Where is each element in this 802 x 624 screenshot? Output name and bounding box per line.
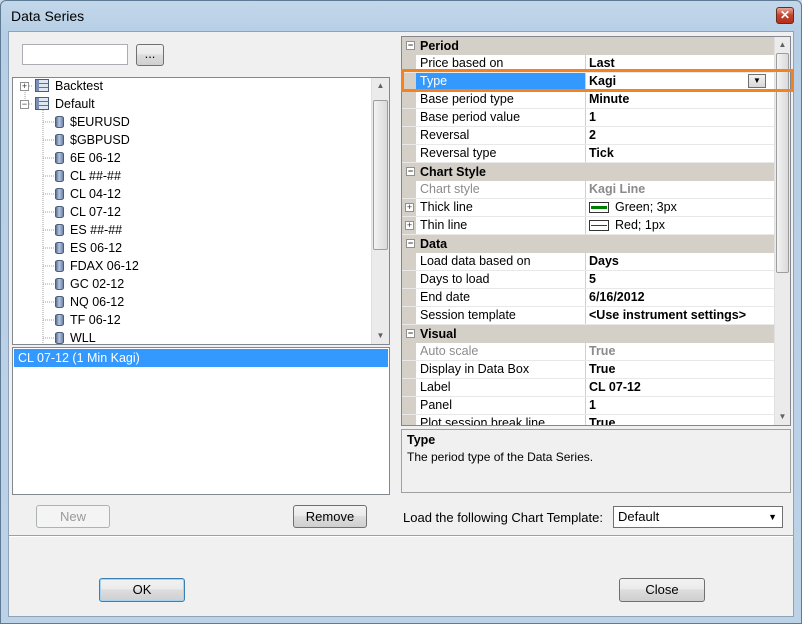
prop-row[interactable]: Base period type Minute bbox=[402, 91, 774, 109]
tree-item-instrument[interactable]: CL 07-12 bbox=[55, 203, 121, 221]
divider-highlight bbox=[9, 536, 793, 537]
browse-button[interactable]: ... bbox=[136, 44, 164, 66]
red-line-swatch-icon bbox=[589, 220, 609, 231]
property-description-panel: Type The period type of the Data Series. bbox=[401, 429, 791, 493]
dialog-client-area: ... + Backtest − Default $EURUSD $GBPUSD… bbox=[8, 31, 794, 617]
database-icon bbox=[55, 314, 64, 326]
tree-item-instrument[interactable]: TF 06-12 bbox=[55, 311, 121, 329]
prop-row[interactable]: Panel 1 bbox=[402, 397, 774, 415]
tree-item-instrument[interactable]: CL 04-12 bbox=[55, 185, 121, 203]
category-data[interactable]: − Data bbox=[402, 235, 774, 253]
prop-row[interactable]: Base period value 1 bbox=[402, 109, 774, 127]
tree-folder-default[interactable]: Default bbox=[35, 95, 95, 113]
database-icon bbox=[55, 278, 64, 290]
tree-item-instrument[interactable]: 6E 06-12 bbox=[55, 149, 121, 167]
tree-item-instrument[interactable]: $GBPUSD bbox=[55, 131, 130, 149]
scroll-up-arrow-icon[interactable]: ▲ bbox=[775, 37, 790, 53]
prop-row[interactable]: End date 6/16/2012 bbox=[402, 289, 774, 307]
collapse-category-icon[interactable]: − bbox=[406, 167, 415, 176]
tree-item-instrument[interactable]: ES ##-## bbox=[55, 221, 122, 239]
tree-item-instrument[interactable]: GC 02-12 bbox=[55, 275, 124, 293]
prop-row[interactable]: Load data based on Days bbox=[402, 253, 774, 271]
prop-row-thin-line[interactable]: Thin line + Red; 1px bbox=[402, 217, 774, 235]
green-line-swatch-icon bbox=[589, 202, 609, 213]
property-grid-scrollbar[interactable]: ▲ ▼ bbox=[774, 37, 790, 425]
database-icon bbox=[55, 332, 64, 344]
database-icon bbox=[55, 224, 64, 236]
close-button[interactable]: Close bbox=[619, 578, 705, 602]
remove-button[interactable]: Remove bbox=[293, 505, 367, 528]
prop-row[interactable]: Session template <Use instrument settings… bbox=[402, 307, 774, 325]
collapse-category-icon[interactable]: − bbox=[406, 239, 415, 248]
database-icon bbox=[55, 188, 64, 200]
collapse-default-toggle[interactable]: − bbox=[20, 100, 29, 109]
tree-scroll-thumb[interactable] bbox=[373, 100, 388, 250]
prop-row[interactable]: Reversal 2 bbox=[402, 127, 774, 145]
window-title: Data Series bbox=[11, 8, 85, 24]
data-series-dialog: Data Series ✕ ... + Backtest − Default $… bbox=[0, 0, 802, 624]
tree-item-instrument[interactable]: NQ 06-12 bbox=[55, 293, 124, 311]
expand-subproperty-icon[interactable]: + bbox=[405, 221, 414, 230]
expand-backtest-toggle[interactable]: + bbox=[20, 82, 29, 91]
expand-subproperty-icon[interactable]: + bbox=[405, 203, 414, 212]
chevron-down-icon: ▼ bbox=[768, 512, 777, 522]
tree-item-instrument[interactable]: WLL bbox=[55, 329, 96, 344]
instrument-search-input[interactable] bbox=[22, 44, 128, 65]
prop-row[interactable]: Plot session break line True bbox=[402, 415, 774, 425]
tree-item-instrument[interactable]: ES 06-12 bbox=[55, 239, 122, 257]
scroll-down-arrow-icon[interactable]: ▼ bbox=[372, 328, 389, 344]
scroll-up-arrow-icon[interactable]: ▲ bbox=[372, 78, 389, 94]
tree-scrollbar[interactable]: ▲ ▼ bbox=[371, 78, 389, 344]
database-icon bbox=[55, 242, 64, 254]
category-visual[interactable]: − Visual bbox=[402, 325, 774, 343]
database-icon bbox=[55, 152, 64, 164]
collapse-category-icon[interactable]: − bbox=[406, 41, 415, 50]
prop-row[interactable]: Days to load 5 bbox=[402, 271, 774, 289]
prop-row-thick-line[interactable]: Thick line + Green; 3px bbox=[402, 199, 774, 217]
database-icon bbox=[55, 170, 64, 182]
prop-row-readonly: Auto scale True bbox=[402, 343, 774, 361]
tree-item-instrument[interactable]: FDAX 06-12 bbox=[55, 257, 139, 275]
database-icon bbox=[55, 116, 64, 128]
tree-item-instrument[interactable]: CL ##-## bbox=[55, 167, 121, 185]
prop-row[interactable]: Label CL 07-12 bbox=[402, 379, 774, 397]
ok-button[interactable]: OK bbox=[99, 578, 185, 602]
category-period[interactable]: − Period bbox=[402, 37, 774, 55]
database-icon bbox=[55, 134, 64, 146]
instrument-tree: + Backtest − Default $EURUSD $GBPUSD 6E … bbox=[12, 77, 390, 345]
description-title: Type bbox=[407, 433, 436, 447]
chart-template-dropdown[interactable]: Default ▼ bbox=[613, 506, 783, 528]
new-button[interactable]: New bbox=[36, 505, 110, 528]
database-icon bbox=[55, 260, 64, 272]
database-icon bbox=[55, 296, 64, 308]
scroll-down-arrow-icon[interactable]: ▼ bbox=[775, 409, 790, 425]
prop-row[interactable]: Display in Data Box True bbox=[402, 361, 774, 379]
prop-row[interactable]: Reversal type Tick bbox=[402, 145, 774, 163]
chart-template-label: Load the following Chart Template: bbox=[403, 510, 603, 525]
series-list-item-selected[interactable]: CL 07-12 (1 Min Kagi) bbox=[14, 349, 388, 367]
tree-item-instrument[interactable]: $EURUSD bbox=[55, 113, 130, 131]
type-row-highlight bbox=[401, 69, 794, 92]
property-grid: − Period Price based on Last Type Kagi ▼ B… bbox=[401, 36, 791, 426]
folder-grid-icon bbox=[35, 97, 49, 110]
category-chart-style[interactable]: − Chart Style bbox=[402, 163, 774, 181]
description-text: The period type of the Data Series. bbox=[407, 450, 594, 464]
folder-grid-icon bbox=[35, 79, 49, 92]
prop-row-readonly: Chart style Kagi Line bbox=[402, 181, 774, 199]
collapse-category-icon[interactable]: − bbox=[406, 329, 415, 338]
tree-folder-backtest[interactable]: Backtest bbox=[35, 78, 103, 95]
close-window-button[interactable]: ✕ bbox=[776, 7, 794, 24]
database-icon bbox=[55, 206, 64, 218]
title-bar: Data Series ✕ bbox=[1, 1, 801, 31]
data-series-list: CL 07-12 (1 Min Kagi) bbox=[12, 347, 390, 495]
